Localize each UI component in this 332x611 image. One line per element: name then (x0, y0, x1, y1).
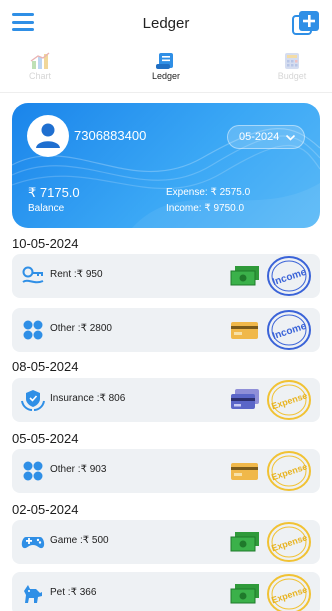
expense-stamp-icon: Expense (267, 522, 311, 562)
transaction-row[interactable]: Other :₹ 903 Expense (12, 449, 320, 493)
tab-chart[interactable]: Chart (10, 52, 70, 81)
transaction-row[interactable]: Rent :₹ 950 Income (12, 254, 320, 298)
expense-stamp-icon: Expense (267, 380, 311, 420)
income-total: Income: ₹ 9750.0 (166, 203, 245, 214)
tab-divider (0, 92, 332, 93)
cash-icon (230, 584, 259, 604)
transaction-text: Pet :₹ 366 (50, 587, 97, 598)
tab-budget-label: Budget (277, 71, 307, 81)
calculator-icon (285, 53, 299, 69)
balance-amount: ₹ 7175.0 (28, 185, 80, 200)
shield-hands-icon (21, 390, 45, 411)
top-bar: Ledger (0, 0, 332, 50)
tab-bar: Chart Ledger Budget (0, 52, 332, 88)
grid-icon (23, 320, 43, 340)
cash-icon (230, 266, 259, 286)
card-icon (231, 322, 258, 339)
transaction-text: Other :₹ 2800 (50, 323, 112, 334)
avatar[interactable] (27, 115, 69, 157)
transaction-text: Rent :₹ 950 (50, 269, 103, 280)
dog-icon (24, 585, 42, 603)
transaction-text: Game :₹ 500 (50, 535, 109, 546)
key-icon (22, 266, 44, 284)
grid-icon (23, 461, 43, 481)
page-title: Ledger (142, 15, 190, 32)
bar-chart-icon (30, 52, 50, 69)
balance-label: Balance (28, 203, 65, 214)
transaction-row[interactable]: Other :₹ 2800 Income (12, 308, 320, 352)
transaction-text: Insurance :₹ 806 (50, 393, 126, 404)
phone-number: 7306883400 (74, 128, 147, 143)
transaction-row[interactable]: Pet :₹ 366 Expense (12, 572, 320, 611)
date-header: 05-05-2024 (12, 431, 79, 446)
date-header: 10-05-2024 (12, 236, 79, 251)
expense-total: Expense: ₹ 2575.0 (166, 187, 251, 198)
transaction-text: Other :₹ 903 (50, 464, 107, 475)
income-stamp-icon: Income (267, 256, 311, 296)
tab-budget[interactable]: Budget (262, 52, 322, 81)
expense-stamp-icon: Expense (267, 451, 311, 491)
transaction-row[interactable]: Insurance :₹ 806 Expense (12, 378, 320, 422)
expense-stamp-icon: Expense (267, 574, 311, 611)
chevron-down-icon (285, 134, 296, 141)
tab-chart-label: Chart (28, 71, 51, 81)
month-value: 05-2024 (239, 131, 280, 143)
income-stamp-icon: Income (267, 310, 311, 350)
month-dropdown[interactable]: 05-2024 (227, 125, 305, 149)
card-icon (231, 463, 258, 480)
user-icon (36, 123, 60, 148)
date-header: 02-05-2024 (12, 502, 79, 517)
credit-card-icon (231, 389, 259, 409)
tab-ledger[interactable]: Ledger (136, 52, 196, 81)
summary-card: 7306883400 05-2024 ₹ 7175.0 Balance Expe… (12, 103, 320, 228)
add-square-icon[interactable] (292, 10, 320, 38)
date-header: 08-05-2024 (12, 359, 79, 374)
gamepad-icon (21, 537, 45, 549)
ledger-scroll-icon (156, 53, 173, 69)
tab-ledger-label: Ledger (151, 71, 181, 81)
cash-icon (230, 532, 259, 552)
transaction-row[interactable]: Game :₹ 500 Expense (12, 520, 320, 564)
